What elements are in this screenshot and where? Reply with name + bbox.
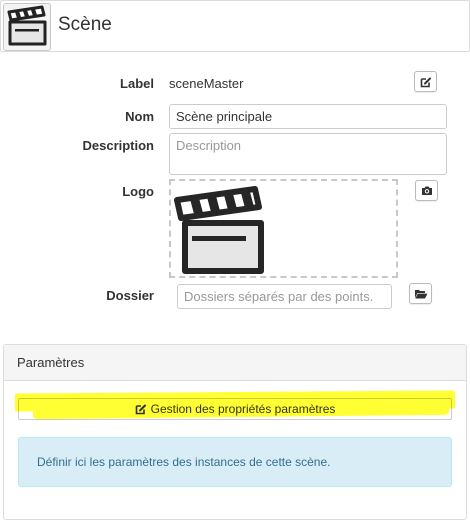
manage-parameters-label: Gestion des propriétés paramètres [150, 402, 336, 416]
dossier-input[interactable] [177, 284, 392, 309]
info-alert: Définir ici les paramètres des instances… [18, 437, 452, 487]
scene-icon-box [3, 3, 51, 51]
parametres-panel: Paramètres Gestion des propriétés paramè… [3, 344, 467, 520]
dossier-field-label: Dossier [106, 288, 154, 303]
nom-field-label: Nom [125, 109, 154, 124]
manage-parameters-button[interactable]: Gestion des propriétés paramètres [18, 398, 452, 420]
label-field-label: Label [120, 76, 154, 91]
description-textarea[interactable] [169, 133, 447, 175]
description-field-label: Description [82, 138, 154, 153]
panel-header: Paramètres [4, 345, 466, 381]
info-text: Définir ici les paramètres des instances… [37, 455, 331, 469]
upload-logo-button[interactable] [415, 180, 438, 201]
nom-input[interactable] [169, 104, 447, 129]
manage-parameters-content: Gestion des propriétés paramètres [19, 399, 451, 419]
scene-header: Scène [0, 0, 470, 52]
logo-clapperboard-icon [174, 186, 264, 274]
logo-dropzone[interactable] [169, 179, 398, 278]
logo-field-label: Logo [122, 184, 154, 199]
browse-folder-button[interactable] [409, 283, 432, 304]
edit-icon [420, 77, 431, 87]
folder-open-icon [414, 290, 427, 299]
page-title: Scène [58, 14, 112, 35]
label-value: sceneMaster [169, 76, 244, 91]
panel-title: Paramètres [17, 355, 85, 370]
edit-icon [135, 404, 146, 415]
clapperboard-icon [7, 5, 47, 46]
camera-icon [421, 186, 432, 195]
edit-label-button[interactable] [414, 71, 437, 92]
